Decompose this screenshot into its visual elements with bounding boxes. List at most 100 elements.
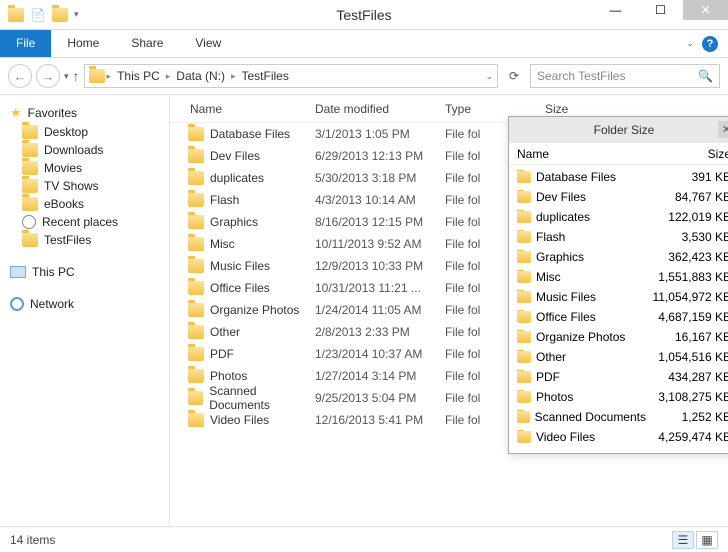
view-tab[interactable]: View — [179, 30, 237, 57]
ribbon-expand-icon[interactable]: ⌄ — [686, 38, 694, 49]
help-icon[interactable]: ? — [702, 36, 718, 52]
folder-icon — [188, 347, 204, 361]
window-title: TestFiles — [336, 7, 391, 23]
popup-row[interactable]: Flash3,530 KB — [517, 227, 728, 247]
column-header-size[interactable]: Size — [545, 102, 728, 116]
search-icon[interactable]: 🔍 — [698, 69, 713, 83]
star-icon: ★ — [10, 105, 22, 121]
popup-row[interactable]: PDF434,287 KB — [517, 367, 728, 387]
popup-row[interactable]: Other1,054,516 KB — [517, 347, 728, 367]
search-placeholder: Search TestFiles — [537, 69, 625, 83]
popup-row-name: Organize Photos — [536, 330, 625, 344]
close-button[interactable]: ✕ — [683, 0, 728, 20]
chevron-right-icon[interactable]: ▸ — [231, 71, 236, 82]
file-date: 2/8/2013 2:33 PM — [315, 325, 445, 339]
history-dropdown-icon[interactable]: ▾ — [64, 71, 69, 82]
popup-row-size: 4,687,159 KB — [646, 310, 728, 324]
popup-row[interactable]: Office Files 4,687,159 KB — [517, 307, 728, 327]
popup-row[interactable]: Misc1,551,883 KB — [517, 267, 728, 287]
folder-icon — [517, 331, 531, 343]
properties-icon[interactable]: 📄 — [30, 7, 46, 23]
popup-row-name: Music Files — [536, 290, 596, 304]
details-view-button[interactable]: ☰ — [672, 531, 694, 549]
folder-icon — [22, 179, 38, 193]
popup-row[interactable]: Organize Photos16,167 KB — [517, 327, 728, 347]
sidebar-item-label: Desktop — [44, 125, 88, 139]
sidebar-item[interactable]: TV Shows — [4, 177, 165, 195]
qat-dropdown-icon[interactable]: ▾ — [74, 9, 79, 20]
item-count: 14 items — [10, 533, 55, 547]
network-item[interactable]: Network — [4, 295, 165, 313]
file-date: 10/31/2013 11:21 ... — [315, 281, 445, 295]
back-button[interactable]: ← — [8, 64, 32, 88]
sidebar-item[interactable]: Recent places — [4, 213, 165, 231]
favorites-header[interactable]: ★ Favorites — [4, 103, 165, 123]
folder-icon — [188, 369, 204, 383]
popup-row[interactable]: duplicates122,019 KB — [517, 207, 728, 227]
up-button[interactable]: ↑ — [73, 68, 80, 84]
share-tab[interactable]: Share — [115, 30, 179, 57]
sidebar-item[interactable]: Downloads — [4, 141, 165, 159]
file-name: PDF — [210, 347, 234, 361]
popup-row-size: 84,767 KB — [646, 190, 728, 204]
popup-row[interactable]: Dev Files84,767 KB — [517, 187, 728, 207]
folder-icon — [517, 251, 531, 263]
folder-icon — [517, 351, 531, 363]
folder-icon — [22, 143, 38, 157]
network-icon — [10, 297, 24, 311]
sidebar-item[interactable]: Desktop — [4, 123, 165, 141]
breadcrumb-item[interactable]: TestFiles — [238, 67, 293, 85]
folder-icon — [89, 69, 105, 83]
file-date: 10/11/2013 9:52 AM — [315, 237, 445, 251]
sidebar-item[interactable]: TestFiles — [4, 231, 165, 249]
folder-icon — [188, 237, 204, 251]
search-box[interactable]: Search TestFiles 🔍 — [530, 64, 720, 88]
address-bar[interactable]: ▸ This PC ▸ Data (N:) ▸ TestFiles ⌄ — [84, 64, 498, 88]
popup-row[interactable]: Graphics362,423 KB — [517, 247, 728, 267]
popup-titlebar[interactable]: Folder Size ✕ — [509, 117, 728, 143]
sidebar-item[interactable]: Movies — [4, 159, 165, 177]
popup-header-size[interactable]: Size — [651, 147, 728, 161]
popup-row[interactable]: Video Files4,259,474 KB — [517, 427, 728, 447]
popup-row[interactable]: Photos3,108,275 KB — [517, 387, 728, 407]
folder-icon — [188, 413, 204, 427]
breadcrumb-item[interactable]: Data (N:) — [172, 67, 229, 85]
popup-row-name: Photos — [536, 390, 573, 404]
popup-row-size: 362,423 KB — [646, 250, 728, 264]
chevron-right-icon[interactable]: ▸ — [107, 71, 112, 82]
sidebar-item[interactable]: eBooks — [4, 195, 165, 213]
column-header-date[interactable]: Date modified — [315, 102, 445, 116]
address-dropdown-icon[interactable]: ⌄ — [485, 71, 493, 82]
popup-row-size: 434,287 KB — [646, 370, 728, 384]
file-tab[interactable]: File — [0, 30, 51, 57]
popup-close-button[interactable]: ✕ — [718, 121, 728, 138]
favorites-label: Favorites — [28, 106, 77, 120]
file-date: 3/1/2013 1:05 PM — [315, 127, 445, 141]
home-tab[interactable]: Home — [51, 30, 115, 57]
folder-icon — [517, 371, 531, 383]
popup-row-name: Office Files — [536, 310, 596, 324]
popup-row[interactable]: Database Files391 KB — [517, 167, 728, 187]
popup-row[interactable]: Scanned Documents1,252 KB — [517, 407, 728, 427]
folder-icon — [517, 191, 531, 203]
thumbnails-view-button[interactable]: ▦ — [696, 531, 718, 549]
maximize-button[interactable]: ☐ — [638, 0, 683, 20]
minimize-button[interactable]: — — [593, 0, 638, 20]
this-pc-item[interactable]: This PC — [4, 263, 165, 281]
popup-row[interactable]: Music Files 11,054,972 KB — [517, 287, 728, 307]
popup-column-headers: Name Size — [509, 143, 728, 165]
column-header-type[interactable]: Type — [445, 102, 545, 116]
popup-row-size: 11,054,972 KB — [646, 290, 728, 304]
forward-button[interactable]: → — [36, 64, 60, 88]
refresh-button[interactable]: ⟳ — [502, 64, 526, 88]
popup-row-size: 4,259,474 KB — [646, 430, 728, 444]
breadcrumb-item[interactable]: This PC — [113, 67, 164, 85]
column-header-name[interactable]: Name — [170, 102, 315, 116]
file-date: 1/24/2014 11:05 AM — [315, 303, 445, 317]
popup-row-size: 122,019 KB — [646, 210, 728, 224]
chevron-right-icon[interactable]: ▸ — [166, 71, 171, 82]
popup-header-name[interactable]: Name — [517, 147, 651, 161]
new-folder-icon[interactable] — [52, 7, 68, 23]
folder-icon — [517, 431, 531, 443]
ribbon-tabs: File Home Share View ⌄ ? — [0, 30, 728, 58]
